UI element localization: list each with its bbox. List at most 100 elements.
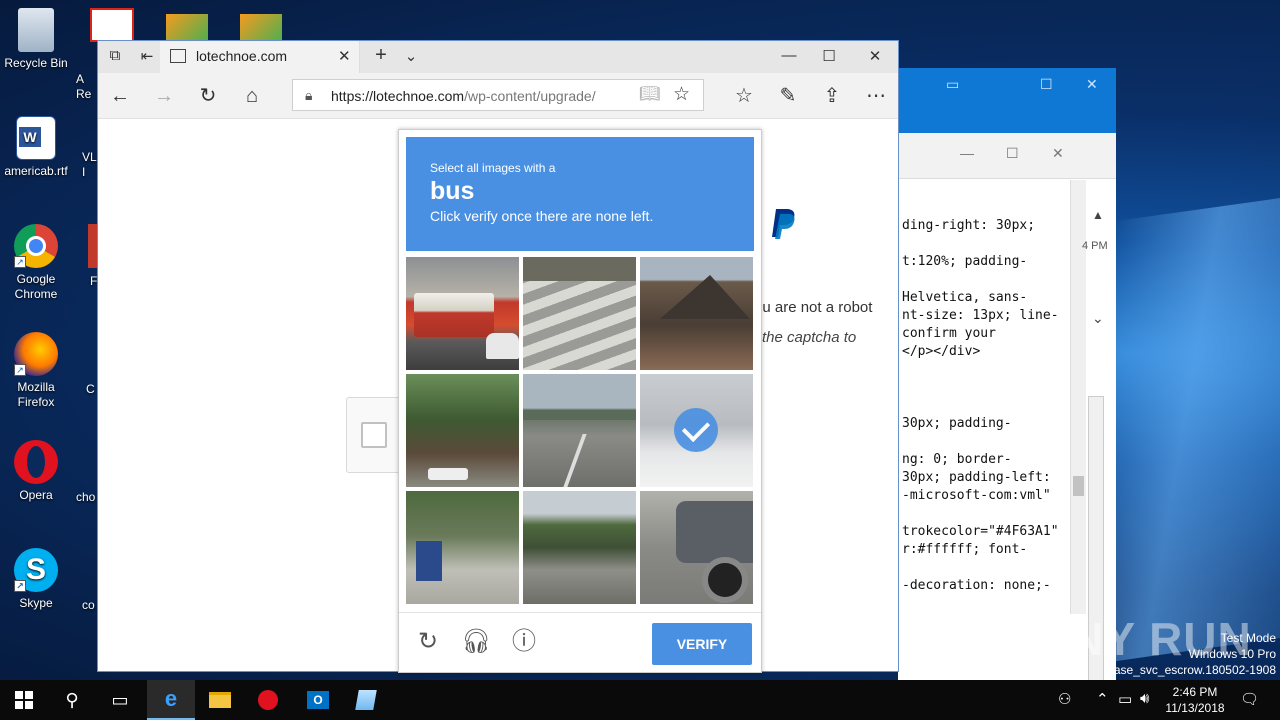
- edge-taskbar-icon[interactable]: e: [147, 680, 195, 720]
- web-note-icon[interactable]: ✎: [774, 83, 802, 109]
- image-tile[interactable]: [406, 491, 519, 604]
- tab-list-chevron-icon[interactable]: ⌄: [398, 47, 424, 65]
- minimize-icon[interactable]: —: [960, 145, 974, 161]
- set-tabs-aside-icon[interactable]: ⇤: [134, 47, 160, 65]
- background-editor-window[interactable]: ▭ ☐ ✕ — ☐ ✕ ding-right: 30px; t:120%; pa…: [898, 68, 1116, 720]
- back-icon[interactable]: ←: [106, 83, 134, 109]
- test-mode-info: Test Mode Windows 10 Pro lease_svc_escro…: [1105, 630, 1276, 678]
- tab-bar: ⧉ ⇤ lotechnoe.com ✕ + ⌄ — ☐ ✕: [98, 41, 898, 73]
- close-tab-icon[interactable]: ✕: [338, 47, 351, 65]
- more-options-icon[interactable]: ⋯: [862, 83, 890, 109]
- lock-icon: 🔒︎: [305, 87, 313, 103]
- help-info-icon[interactable]: ⓘ: [509, 627, 539, 657]
- desktop-icon-image-partial-1[interactable]: [166, 14, 208, 42]
- challenge-header: Select all images with a bus Click verif…: [406, 137, 754, 251]
- desktop-icon-opera[interactable]: Opera: [0, 440, 72, 503]
- robot-check-text: ou are not a robot: [754, 299, 873, 316]
- code-text-area[interactable]: ding-right: 30px; t:120%; padding- Helve…: [898, 180, 1066, 614]
- show-hidden-icons-icon[interactable]: ⌃: [1096, 690, 1109, 708]
- file-explorer-icon[interactable]: [196, 680, 244, 720]
- task-view-icon[interactable]: ▭: [96, 680, 144, 720]
- windows-start-icon: [15, 691, 33, 709]
- maximize-icon[interactable]: ☐: [1040, 76, 1053, 93]
- image-tile[interactable]: [406, 257, 519, 370]
- people-icon[interactable]: ⚇: [1058, 690, 1071, 708]
- code-line: -decoration: none;-: [902, 578, 1051, 593]
- desktop-icon-label: cho: [76, 490, 96, 504]
- verify-button[interactable]: VERIFY: [652, 623, 752, 665]
- tab-lotechnoe[interactable]: lotechnoe.com ✕: [160, 41, 360, 73]
- minimize-icon[interactable]: —: [776, 47, 802, 64]
- code-line: 30px; padding-: [902, 416, 1012, 431]
- side-scrollbar[interactable]: [1088, 396, 1104, 720]
- image-tile[interactable]: [523, 374, 636, 487]
- scrollbar-thumb[interactable]: [1073, 476, 1084, 496]
- desktop-icon-label: Opera: [19, 488, 53, 502]
- share-icon[interactable]: ⇪: [818, 83, 846, 109]
- shortcut-arrow-icon: ↗: [14, 364, 26, 376]
- desktop-icon-mozilla-firefox[interactable]: ↗ Mozilla Firefox: [0, 332, 72, 410]
- audio-challenge-headphones-icon[interactable]: 🎧︎: [461, 627, 491, 657]
- desktop-icon-label: Skype: [19, 596, 53, 610]
- url-host: https://lotechnoe.com: [331, 88, 465, 104]
- image-tile[interactable]: [523, 491, 636, 604]
- desktop-icon-label: americab.rtf: [4, 164, 68, 178]
- close-icon[interactable]: ✕: [1052, 145, 1064, 162]
- image-tile[interactable]: [523, 257, 636, 370]
- desktop-icon-image-partial-2[interactable]: [240, 14, 282, 42]
- captcha-instruction-text: the captcha to: [762, 329, 857, 346]
- image-tile[interactable]: [640, 491, 753, 604]
- close-window-icon[interactable]: ✕: [862, 47, 888, 65]
- code-line: 30px; padding-left:: [902, 470, 1051, 485]
- forward-icon[interactable]: →: [150, 83, 178, 109]
- reading-view-icon[interactable]: 📖︎: [639, 84, 661, 104]
- tab-preview-icon[interactable]: ⧉: [102, 47, 128, 64]
- favorite-star-icon[interactable]: ☆: [673, 83, 690, 106]
- page-icon: [170, 49, 186, 63]
- new-tab-icon[interactable]: +: [368, 44, 394, 67]
- code-line: </p></div>: [902, 344, 981, 359]
- image-tile[interactable]: [640, 257, 753, 370]
- bg-window-titlebar[interactable]: ▭ ☐ ✕: [898, 68, 1116, 133]
- refresh-icon[interactable]: ↻: [194, 83, 222, 109]
- opera-taskbar-icon[interactable]: [244, 680, 292, 720]
- action-center-icon[interactable]: 🗨︎: [1240, 690, 1259, 708]
- word-document-icon: W: [16, 116, 56, 160]
- image-grid: [406, 257, 754, 605]
- start-button[interactable]: [0, 680, 48, 720]
- challenge-footer: ↻ 🎧︎ ⓘ VERIFY: [399, 612, 761, 672]
- close-icon[interactable]: ✕: [1086, 76, 1098, 93]
- restore-icon[interactable]: ▭: [946, 76, 959, 93]
- network-icon[interactable]: ▭: [1118, 690, 1132, 708]
- desktop-icon-partial-a[interactable]: A Re: [76, 72, 98, 102]
- desktop-icon-americab-rtf[interactable]: W americab.rtf: [0, 116, 72, 179]
- recaptcha-checkbox[interactable]: [361, 422, 387, 448]
- scroll-up-icon[interactable]: ▲: [1092, 208, 1104, 222]
- image-tile[interactable]: [406, 374, 519, 487]
- maximize-icon[interactable]: ☐: [816, 47, 842, 65]
- search-icon[interactable]: ⚲: [48, 680, 96, 720]
- recaptcha-challenge[interactable]: Select all images with a bus Click verif…: [398, 129, 762, 673]
- favorites-list-icon[interactable]: ☆: [730, 83, 758, 109]
- desktop-icon-skype[interactable]: S ↗ Skype: [0, 548, 72, 611]
- side-chevron-down-icon[interactable]: ⌄: [1092, 310, 1104, 327]
- clock-date: 11/13/2018: [1165, 701, 1225, 715]
- system-clock[interactable]: 2:46 PM 11/13/2018: [1160, 684, 1230, 716]
- desktop-icon-label: Google Chrome: [14, 272, 58, 301]
- reload-challenge-icon[interactable]: ↻: [413, 627, 443, 657]
- recycle-bin-icon: [18, 8, 54, 52]
- volume-icon[interactable]: 🔊︎: [1140, 690, 1149, 707]
- notepad-taskbar-icon[interactable]: [342, 680, 390, 720]
- taskbar: ⚲ ▭ e O ⚇ ⌃ ▭ 🔊︎ 2:46 PM 11/13/2018 🗨︎: [0, 680, 1280, 720]
- desktop-icon-acrobat-partial[interactable]: [90, 8, 134, 42]
- desktop-icon-google-chrome[interactable]: ↗ Google Chrome: [0, 224, 72, 302]
- address-bar[interactable]: 🔒︎ https://lotechnoe.com/wp-content/upgr…: [292, 79, 704, 111]
- outlook-taskbar-icon[interactable]: O: [294, 680, 342, 720]
- maximize-icon[interactable]: ☐: [1006, 145, 1019, 162]
- code-line: t:120%; padding-: [902, 254, 1028, 269]
- image-tile-selected[interactable]: [640, 374, 753, 487]
- home-icon[interactable]: ⌂: [238, 83, 266, 109]
- edge-browser-window[interactable]: ⧉ ⇤ lotechnoe.com ✕ + ⌄ — ☐ ✕ ← → ↻ ⌂ 🔒︎…: [97, 40, 899, 673]
- desktop-icon-recycle-bin[interactable]: Recycle Bin: [0, 8, 72, 71]
- recaptcha-checkbox-card[interactable]: [346, 397, 402, 473]
